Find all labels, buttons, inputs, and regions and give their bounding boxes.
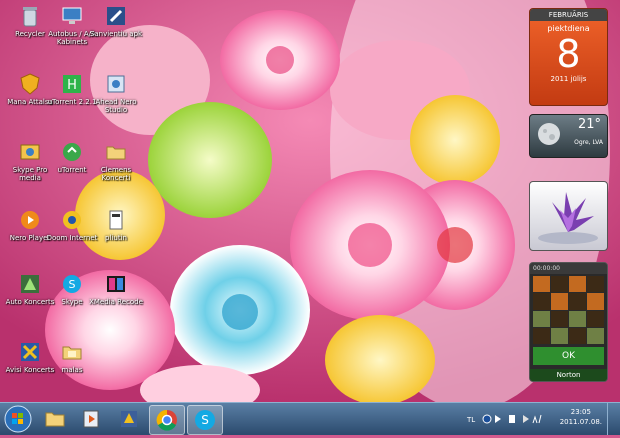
puzzle-tile[interactable] (533, 293, 550, 310)
flower-photo (538, 192, 598, 244)
clock-date: 2011.07.08. (559, 418, 602, 426)
desktop-icon-item-11[interactable]: pliutin (88, 208, 144, 242)
folder-icon (62, 346, 82, 360)
puzzle-tile[interactable] (551, 310, 568, 327)
slideshow-gadget[interactable] (529, 181, 608, 251)
folder-icon (45, 412, 65, 427)
puzzle-tile[interactable] (569, 293, 586, 310)
puzzle-tile[interactable] (587, 310, 604, 327)
shield-icon (20, 73, 40, 95)
calendar-month-header: FEBRUĀRIS (530, 9, 607, 21)
taskbar-button-app[interactable] (112, 405, 146, 433)
taskbar-button-media-player[interactable] (74, 405, 108, 433)
desktop-icon-item-5[interactable]: Ahead Nero Studio (88, 72, 144, 114)
puzzle-tile[interactable] (587, 293, 604, 310)
utorrent-icon: H (63, 75, 81, 93)
picture-puzzle-gadget[interactable]: 00:00:00 OK Norton (529, 262, 608, 382)
desktop-icon-label: Clemens Koncerti (100, 166, 132, 182)
desktop-icon-item-2[interactable]: Sanvientiu apk (88, 4, 144, 38)
app-icon (107, 75, 125, 93)
puzzle-tile[interactable] (569, 327, 586, 344)
system-tray: TL 23:05 2011.07.08. (465, 403, 620, 435)
desktop-icon-item-16[interactable]: malas (44, 340, 100, 374)
desktop-icon-label: malas (61, 366, 83, 374)
taskbar-button-skype[interactable]: S (187, 405, 223, 435)
player-icon (21, 211, 39, 229)
puzzle-status-ok: OK (533, 347, 604, 365)
app-icon (21, 275, 39, 293)
video-icon (107, 276, 125, 292)
puzzle-brand: Norton (530, 369, 607, 381)
tools-icon (107, 7, 125, 25)
puzzle-tile[interactable] (569, 276, 586, 293)
svg-text:S: S (69, 278, 76, 291)
media-icon (20, 144, 40, 160)
skype-icon: S (63, 275, 81, 293)
weather-city: Ogre, LVA (574, 139, 603, 146)
skype-icon: S (195, 410, 215, 430)
desktop-icon-label: XMedia Recode (89, 298, 143, 306)
utorrent-icon (63, 143, 81, 161)
app-icon (109, 210, 123, 230)
windows-start-icon[interactable] (3, 404, 33, 434)
puzzle-grid[interactable] (533, 276, 604, 344)
tray-icons: TL (466, 414, 542, 424)
puzzle-tile[interactable] (533, 276, 550, 293)
taskbar-button-explorer[interactable] (38, 405, 72, 433)
taskbar-button-chrome[interactable] (149, 405, 185, 435)
app-icon (21, 343, 39, 361)
puzzle-tile[interactable] (533, 310, 550, 327)
taskbar-clock[interactable]: 23:05 2011.07.08. (560, 407, 602, 427)
weather-temperature: 21° (577, 117, 601, 132)
svg-text:TL: TL (466, 416, 475, 424)
moon-icon (538, 123, 560, 145)
desktop-icon-item-14[interactable]: XMedia Recode (88, 272, 144, 306)
computer-icon (62, 7, 82, 24)
puzzle-timer: 00:00:00 (530, 263, 607, 274)
app-icon (121, 411, 137, 427)
weather-gadget[interactable]: 21° Ogre, LVA (529, 114, 608, 158)
calendar-month-year: 2011 jūlijs (550, 75, 587, 83)
puzzle-tile[interactable] (551, 327, 568, 344)
puzzle-tile[interactable] (533, 327, 550, 344)
recycle-bin-icon (23, 7, 37, 27)
app-icon (63, 211, 81, 229)
desktop-icon-label: Sanvientiu apk (89, 30, 143, 38)
desktop-icon-item-8[interactable]: Clemens Koncerti (88, 140, 144, 182)
calendar-day-number: 8 (556, 32, 581, 76)
desktop-icon-label: Ahead Nero Studio (95, 98, 137, 114)
puzzle-tile[interactable] (569, 310, 586, 327)
calendar-gadget[interactable]: FEBRUĀRIS piektdiena 8 2011 jūlijs (529, 8, 608, 106)
puzzle-tile[interactable] (551, 293, 568, 310)
show-desktop-button[interactable] (607, 403, 620, 435)
folder-icon (106, 146, 126, 160)
svg-text:S: S (201, 413, 209, 427)
svg-text:H: H (67, 78, 77, 93)
desktop-icon-label: pliutin (105, 234, 127, 242)
chrome-icon (156, 409, 177, 431)
media-icon (83, 410, 99, 428)
puzzle-tile[interactable] (587, 327, 604, 344)
clock-time: 23:05 (570, 408, 591, 416)
taskbar: S TL 23:05 2011.07.08. (0, 402, 620, 435)
puzzle-tile[interactable] (587, 276, 604, 293)
puzzle-tile[interactable] (551, 276, 568, 293)
